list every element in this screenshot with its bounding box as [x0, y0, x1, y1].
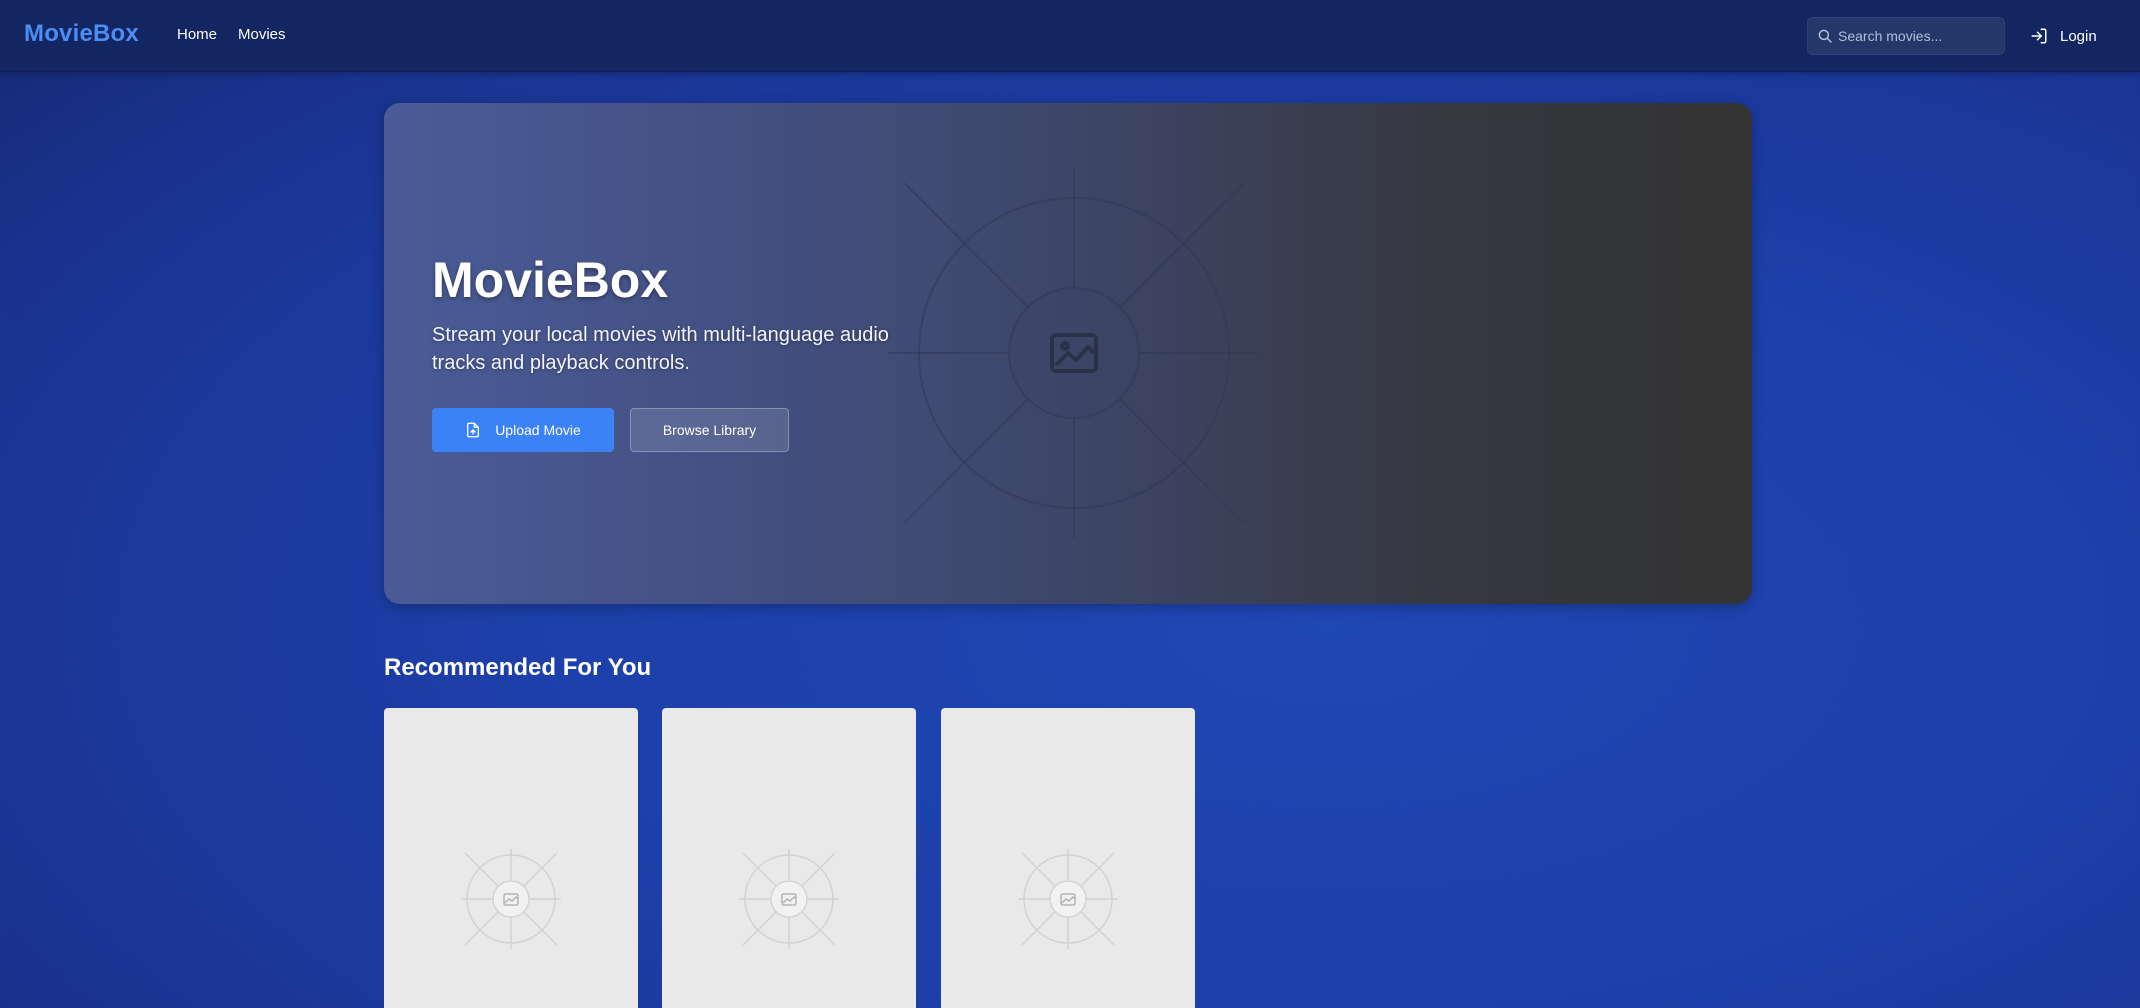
image-placeholder-icon	[461, 849, 561, 949]
hero-banner: MovieBox Stream your local movies with m…	[384, 103, 1752, 604]
image-placeholder-icon	[739, 849, 839, 949]
recommended-section-title: Recommended For You	[384, 654, 652, 681]
browse-library-button[interactable]: Browse Library	[630, 408, 789, 452]
file-upload-icon	[467, 422, 480, 438]
upload-movie-label: Upload Movie	[495, 422, 581, 438]
hero-subtitle: Stream your local movies with multi-lang…	[432, 324, 889, 374]
movie-card[interactable]	[384, 708, 638, 1008]
search-icon	[1818, 29, 1832, 43]
browse-library-label: Browse Library	[662, 422, 757, 438]
login-label: Login	[2060, 27, 2097, 45]
upload-movie-button[interactable]: Upload Movie	[432, 408, 614, 452]
movie-card[interactable]	[941, 708, 1195, 1008]
login-icon	[2031, 28, 2047, 44]
hero-title: MovieBox	[432, 252, 669, 308]
nav-movies-link[interactable]: Movies	[238, 26, 286, 43]
image-placeholder-icon	[1018, 849, 1118, 949]
movie-card[interactable]	[662, 708, 916, 1008]
brand-logo[interactable]: MovieBox	[24, 20, 139, 48]
login-button[interactable]: Login	[2030, 22, 2120, 50]
search-box[interactable]	[1807, 17, 2005, 55]
top-navbar: MovieBox Home Movies Login	[0, 0, 2140, 72]
hero-placeholder-image	[889, 168, 1259, 538]
search-input[interactable]	[1838, 18, 1998, 54]
nav-home-link[interactable]: Home	[177, 26, 217, 43]
